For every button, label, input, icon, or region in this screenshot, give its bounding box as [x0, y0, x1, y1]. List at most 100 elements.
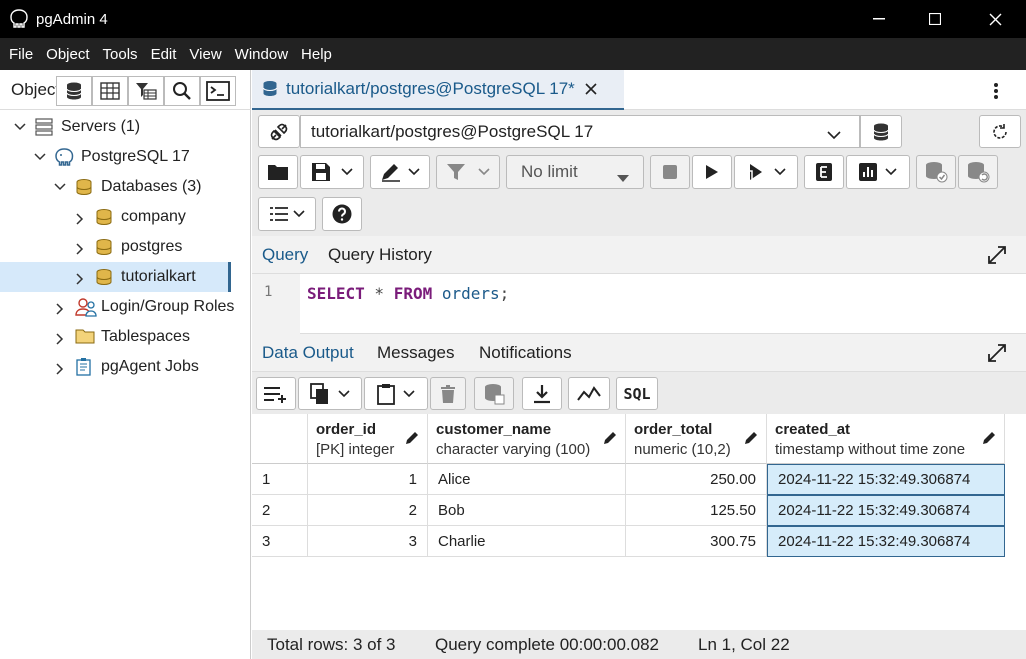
macros-button[interactable] — [258, 197, 316, 231]
paste-button[interactable] — [364, 377, 428, 410]
stop-button[interactable] — [650, 155, 690, 189]
open-file-button[interactable] — [258, 155, 298, 189]
filter-icon — [447, 164, 465, 180]
chevron-down-icon — [478, 168, 490, 176]
chevron-down-icon[interactable] — [34, 150, 46, 164]
help-button[interactable] — [322, 197, 362, 231]
filtered-rows-button[interactable] — [128, 76, 164, 106]
menu-object[interactable]: Object — [46, 46, 89, 63]
cell-order-total[interactable]: 300.75 — [626, 526, 767, 557]
cell-order-total[interactable]: 250.00 — [626, 464, 767, 495]
cell-customer-name[interactable]: Alice — [428, 464, 626, 495]
search-objects-button[interactable] — [164, 76, 200, 106]
cell-created-at[interactable]: 2024-11-22 15:32:49.306874 — [767, 495, 1005, 526]
expand-icon[interactable] — [988, 344, 1006, 367]
chevron-right-icon[interactable] — [56, 363, 64, 378]
column-header-order-total[interactable]: order_total numeric (10,2) — [626, 414, 767, 464]
execute-options-button[interactable] — [734, 155, 798, 189]
menu-file[interactable]: File — [9, 46, 33, 63]
psql-tool-button[interactable] — [200, 76, 236, 106]
column-header-customer-name[interactable]: customer_name character varying (100) — [428, 414, 626, 464]
save-file-button[interactable] — [300, 155, 364, 189]
tree-label: Databases (3) — [101, 178, 202, 195]
maximize-button[interactable] — [912, 0, 958, 38]
column-header-order-id[interactable]: order_id [PK] integer — [308, 414, 428, 464]
cell-customer-name[interactable]: Charlie — [428, 526, 626, 557]
show-sql-button[interactable]: SQL — [616, 377, 658, 410]
tab-messages[interactable]: Messages — [377, 343, 454, 363]
tab-notifications[interactable]: Notifications — [479, 343, 572, 363]
chevron-down-icon[interactable] — [54, 180, 66, 194]
tree-item-postgres[interactable]: postgres — [0, 232, 250, 262]
cell-order-id[interactable]: 1 — [308, 464, 428, 495]
tab-query-history[interactable]: Query History — [328, 245, 432, 265]
expand-icon[interactable] — [988, 246, 1006, 269]
tree-item-company[interactable]: company — [0, 202, 250, 232]
rollback-button[interactable] — [958, 155, 998, 189]
database-icon — [95, 208, 113, 231]
row-number[interactable]: 3 — [252, 526, 308, 557]
tree-item-databases[interactable]: Databases (3) — [0, 172, 250, 202]
chevron-right-icon[interactable] — [56, 333, 64, 348]
chevron-right-icon[interactable] — [76, 213, 84, 228]
sql-editor[interactable]: 1 SELECT * FROM orders; — [252, 274, 1026, 334]
cell-order-total[interactable]: 125.50 — [626, 495, 767, 526]
cell-created-at[interactable]: 2024-11-22 15:32:49.306874 — [767, 464, 1005, 495]
close-window-button[interactable] — [972, 0, 1018, 38]
execute-button[interactable] — [692, 155, 732, 189]
tree-label: Tablespaces — [101, 328, 190, 345]
more-options-icon[interactable] — [993, 82, 999, 105]
connection-select[interactable]: tutorialkart/postgres@PostgreSQL 17 — [300, 115, 860, 148]
tab-query[interactable]: Query — [251, 245, 319, 276]
table-icon — [100, 82, 120, 100]
chevron-down-icon[interactable] — [14, 120, 26, 134]
download-button[interactable] — [522, 377, 562, 410]
cell-customer-name[interactable]: Bob — [428, 495, 626, 526]
column-type: character varying (100) — [436, 441, 591, 458]
column-header-created-at[interactable]: created_at timestamp without time zone — [767, 414, 1005, 464]
menu-help[interactable]: Help — [301, 46, 332, 63]
tab-data-output[interactable]: Data Output — [252, 343, 364, 374]
cell-created-at[interactable]: 2024-11-22 15:32:49.306874 — [767, 526, 1005, 557]
tree-item-servers[interactable]: Servers (1) — [0, 112, 250, 142]
tab-query-tool[interactable]: tutorialkart/postgres@PostgreSQL 17* — [252, 70, 624, 110]
commit-button[interactable] — [916, 155, 956, 189]
menu-view[interactable]: View — [189, 46, 221, 63]
row-number[interactable]: 2 — [252, 495, 308, 526]
connection-status-button[interactable] — [258, 115, 300, 148]
graph-visualiser-button[interactable] — [568, 377, 610, 410]
tree-item-tablespaces[interactable]: Tablespaces — [0, 322, 250, 352]
explain-button[interactable] — [804, 155, 844, 189]
tree-item-tutorialkart[interactable]: tutorialkart — [0, 262, 231, 292]
close-tab-icon[interactable] — [585, 83, 597, 95]
menu-edit[interactable]: Edit — [151, 46, 177, 63]
sql-code[interactable]: SELECT * FROM orders; — [307, 284, 509, 303]
view-data-button[interactable] — [92, 76, 128, 106]
cell-order-id[interactable]: 3 — [308, 526, 428, 557]
play-icon — [706, 165, 718, 179]
explain-analyze-button[interactable] — [846, 155, 910, 189]
cell-order-id[interactable]: 2 — [308, 495, 428, 526]
minimize-button[interactable] — [856, 0, 902, 38]
menu-tools[interactable]: Tools — [103, 46, 138, 63]
new-connection-button[interactable] — [860, 115, 902, 148]
refresh-button[interactable] — [979, 115, 1021, 148]
tree-item-postgresql[interactable]: PostgreSQL 17 — [0, 142, 250, 172]
add-row-button[interactable] — [256, 377, 296, 410]
chevron-right-icon[interactable] — [56, 303, 64, 318]
chevron-right-icon[interactable] — [76, 273, 84, 288]
tree-item-pgagent-jobs[interactable]: pgAgent Jobs — [0, 352, 250, 382]
limit-select[interactable]: No limit — [506, 155, 644, 189]
query-tool-button[interactable] — [56, 76, 92, 106]
edit-button[interactable] — [370, 155, 430, 189]
copy-button[interactable] — [298, 377, 362, 410]
menu-window[interactable]: Window — [235, 46, 288, 63]
data-grid: order_id [PK] integer customer_name char… — [252, 414, 1026, 630]
chevron-right-icon[interactable] — [76, 243, 84, 258]
download-icon — [534, 384, 550, 403]
tree-item-login-roles[interactable]: Login/Group Roles — [0, 292, 250, 322]
row-number[interactable]: 1 — [252, 464, 308, 495]
filter-button[interactable] — [436, 155, 500, 189]
delete-row-button[interactable] — [430, 377, 466, 410]
save-data-button[interactable] — [474, 377, 514, 410]
